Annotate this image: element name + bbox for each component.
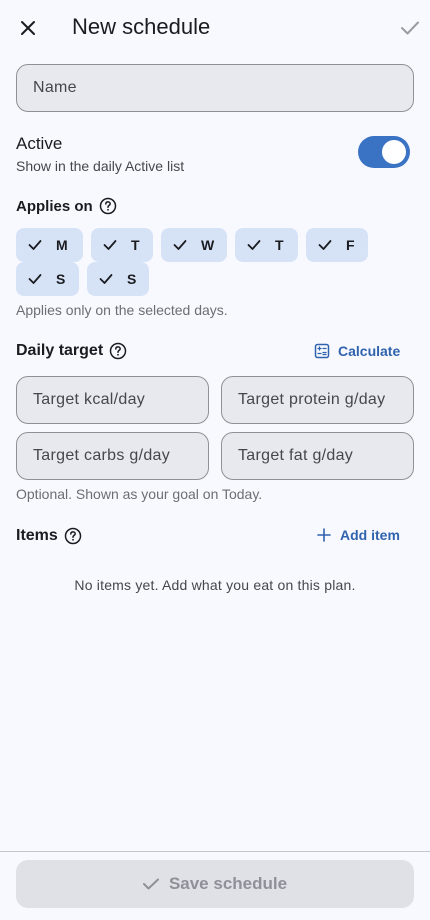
add-item-button[interactable]: Add item (316, 527, 400, 543)
check-icon (247, 240, 261, 250)
calculate-button[interactable]: Calculate (314, 343, 400, 359)
day-chip-label: M (56, 237, 68, 253)
active-title: Active (16, 134, 63, 153)
day-chip-label: S (127, 271, 137, 287)
check-icon (401, 21, 419, 35)
target-kcal-input[interactable]: Target kcal/day (16, 376, 209, 424)
day-chip-sunday[interactable]: S (87, 262, 149, 296)
day-chip-label: S (56, 271, 66, 287)
name-input-placeholder: Name (33, 79, 77, 96)
save-schedule-label: Save schedule (168, 874, 288, 893)
name-input[interactable]: Name (16, 64, 414, 112)
close-icon (21, 21, 35, 35)
check-icon (28, 240, 42, 250)
day-chip-friday[interactable]: F (306, 228, 368, 262)
target-carbs-input[interactable]: Target carbs g/day (16, 432, 209, 480)
daily-target-label: Daily target (16, 342, 127, 360)
check-icon (103, 240, 117, 250)
daily-target-text: Daily target (16, 342, 104, 359)
items-text: Items (16, 527, 58, 544)
check-icon (99, 274, 113, 284)
help-circle-icon[interactable] (64, 527, 82, 545)
day-chip-thursday[interactable]: T (235, 228, 298, 262)
target-fat-placeholder: Target fat g/day (238, 447, 354, 464)
items-label: Items (16, 527, 82, 545)
day-chip-label: T (131, 237, 140, 253)
items-empty-text: No items yet. Add what you eat on this p… (74, 577, 356, 593)
day-chip-tuesday[interactable]: T (91, 228, 153, 262)
active-switch-knob (382, 140, 406, 164)
check-icon (318, 240, 332, 250)
add-item-label: Add item (340, 527, 400, 543)
calculate-label: Calculate (338, 343, 401, 359)
check-icon (142, 878, 159, 890)
target-protein-input[interactable]: Target protein g/day (221, 376, 414, 424)
calculator-icon (314, 343, 330, 359)
page-title: New schedule (72, 14, 211, 39)
plus-icon (317, 528, 331, 542)
check-icon (173, 240, 187, 250)
day-chip-monday[interactable]: M (16, 228, 83, 262)
daily-target-hint: Optional. Shown as your goal on Today. (16, 486, 263, 502)
active-switch[interactable] (358, 136, 410, 168)
day-chip-label: T (275, 237, 284, 253)
confirm-button[interactable] (398, 16, 422, 40)
day-chip-label: W (201, 237, 215, 253)
day-chip-label: F (346, 237, 355, 253)
target-carbs-placeholder: Target carbs g/day (33, 447, 171, 464)
active-subtitle: Show in the daily Active list (16, 158, 185, 174)
save-schedule-button[interactable]: Save schedule (16, 860, 414, 908)
close-button[interactable] (16, 16, 40, 40)
check-icon (28, 274, 42, 284)
day-chip-saturday[interactable]: S (16, 262, 79, 296)
app-bar: New schedule (0, 0, 430, 56)
footer-divider (0, 851, 430, 852)
applies-on-label: Applies on (16, 197, 117, 215)
applies-on-text: Applies on (16, 197, 93, 215)
help-circle-icon[interactable] (109, 342, 127, 360)
day-chip-wednesday[interactable]: W (161, 228, 227, 262)
help-circle-icon[interactable] (99, 197, 117, 215)
target-protein-placeholder: Target protein g/day (238, 391, 386, 408)
target-fat-input[interactable]: Target fat g/day (221, 432, 414, 480)
target-kcal-placeholder: Target kcal/day (33, 391, 146, 408)
applies-on-hint: Applies only on the selected days. (16, 302, 228, 318)
